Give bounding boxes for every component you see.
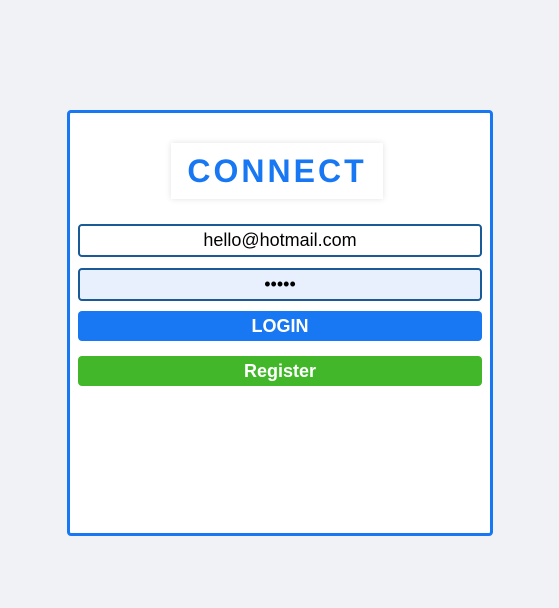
email-field[interactable]: [78, 224, 482, 257]
login-card: CONNECT ••••• LOGIN Register: [67, 110, 493, 536]
login-button[interactable]: LOGIN: [78, 311, 482, 341]
password-field[interactable]: •••••: [78, 268, 482, 301]
password-mask: •••••: [264, 274, 296, 294]
app-title: CONNECT: [187, 152, 367, 189]
register-button[interactable]: Register: [78, 356, 482, 386]
logo-box: CONNECT: [171, 143, 383, 199]
